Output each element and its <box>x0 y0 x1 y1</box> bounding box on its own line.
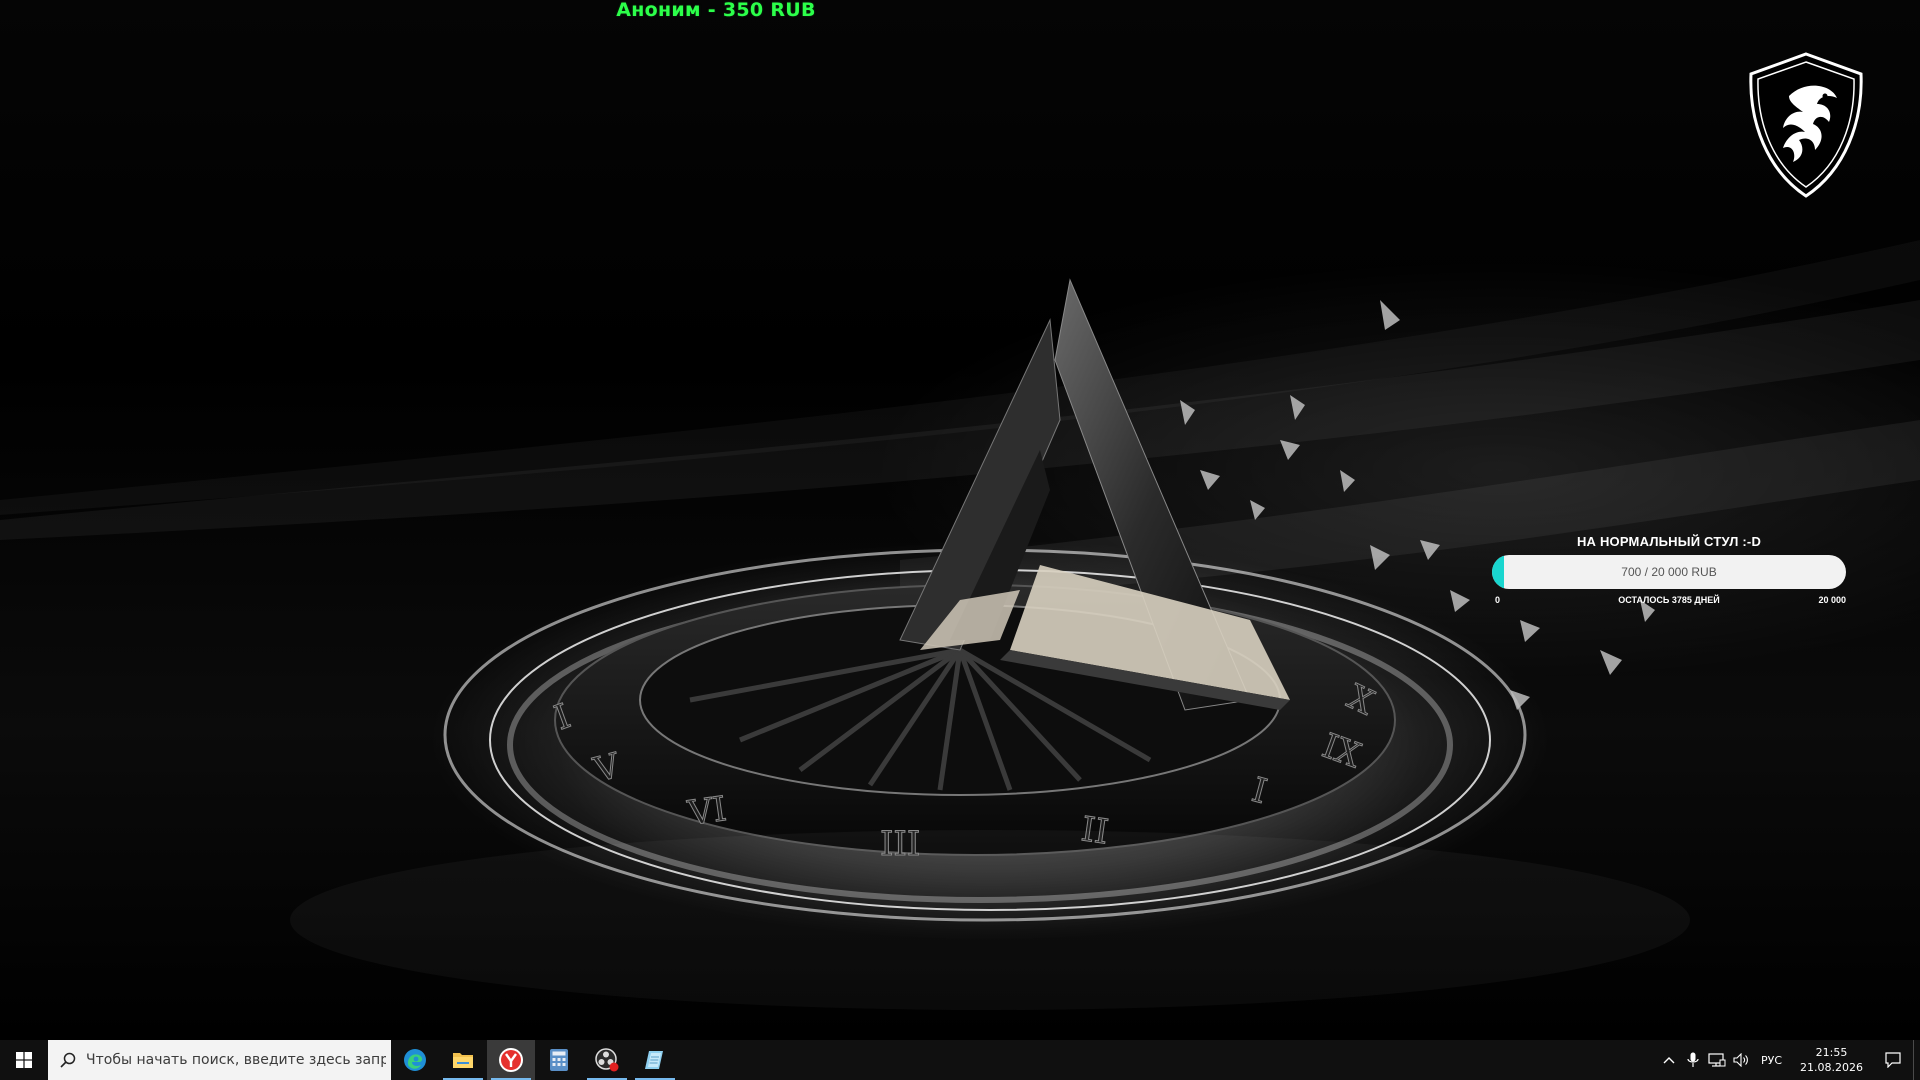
taskbar: РУС 21:55 21.08.2026 <box>0 1040 1920 1080</box>
taskbar-app-edge[interactable] <box>391 1040 439 1080</box>
taskbar-app-file-explorer[interactable] <box>439 1040 487 1080</box>
taskbar-app-calculator[interactable] <box>535 1040 583 1080</box>
edge-icon <box>404 1049 426 1071</box>
taskbar-app-obs[interactable] <box>583 1040 631 1080</box>
taskbar-clock[interactable]: 21:55 21.08.2026 <box>1790 1045 1873 1075</box>
system-tray: РУС 21:55 21.08.2026 <box>1657 1040 1920 1080</box>
msi-dragon-shield-logo <box>1749 52 1863 198</box>
goal-title: НА НОРМАЛЬНЫЙ СТУЛ :-D <box>1576 534 1762 549</box>
microphone-tray-button[interactable] <box>1681 1040 1705 1080</box>
search-input[interactable] <box>86 1052 386 1068</box>
clock-date: 21.08.2026 <box>1800 1061 1863 1074</box>
search-icon <box>60 1052 76 1068</box>
desktop[interactable]: I V VI III II I IX X Аноним - 350 RUB НА… <box>0 0 1920 1040</box>
goal-footer: 0 ОСТАЛОСЬ 3785 ДНЕЙ 20 000 <box>1492 592 1846 608</box>
obs-icon <box>595 1048 619 1072</box>
calculator-icon <box>550 1049 568 1071</box>
wallpaper: I V VI III II I IX X <box>0 240 1920 1010</box>
taskbar-app-yandex-browser[interactable] <box>487 1040 535 1080</box>
notification-icon <box>1885 1052 1901 1068</box>
file-explorer-icon <box>453 1053 473 1068</box>
microphone-icon <box>1687 1052 1699 1067</box>
start-button[interactable] <box>0 1040 48 1080</box>
action-center-button[interactable] <box>1873 1040 1913 1080</box>
donation-goal-widget: НА НОРМАЛЬНЫЙ СТУЛ :-D 700 / 20 000 RUB … <box>1492 533 1846 608</box>
volume-tray-button[interactable] <box>1729 1040 1753 1080</box>
clock-time: 21:55 <box>1815 1046 1848 1059</box>
network-icon <box>1708 1053 1726 1067</box>
show-hidden-icons-button[interactable] <box>1657 1040 1681 1080</box>
yandex-browser-icon <box>499 1048 523 1072</box>
numeral: VI <box>685 789 729 834</box>
donation-alert-text: Аноним - 350 RUB <box>616 0 816 21</box>
speaker-icon <box>1733 1053 1748 1067</box>
goal-remaining-days: ОСТАЛОСЬ 3785 ДНЕЙ <box>1618 595 1720 605</box>
show-desktop-button[interactable] <box>1913 1040 1920 1080</box>
input-language-indicator[interactable]: РУС <box>1753 1054 1790 1067</box>
taskbar-search-box[interactable] <box>48 1040 391 1080</box>
network-tray-button[interactable] <box>1705 1040 1729 1080</box>
goal-max-label: 20 000 <box>1818 595 1846 605</box>
taskbar-app-notepad[interactable] <box>631 1040 679 1080</box>
goal-progress-bar: 700 / 20 000 RUB <box>1492 555 1846 589</box>
notepad-icon <box>645 1051 663 1069</box>
chevron-up-icon <box>1663 1057 1675 1064</box>
windows-logo-icon <box>16 1052 32 1068</box>
goal-progress-text: 700 / 20 000 RUB <box>1621 565 1717 579</box>
